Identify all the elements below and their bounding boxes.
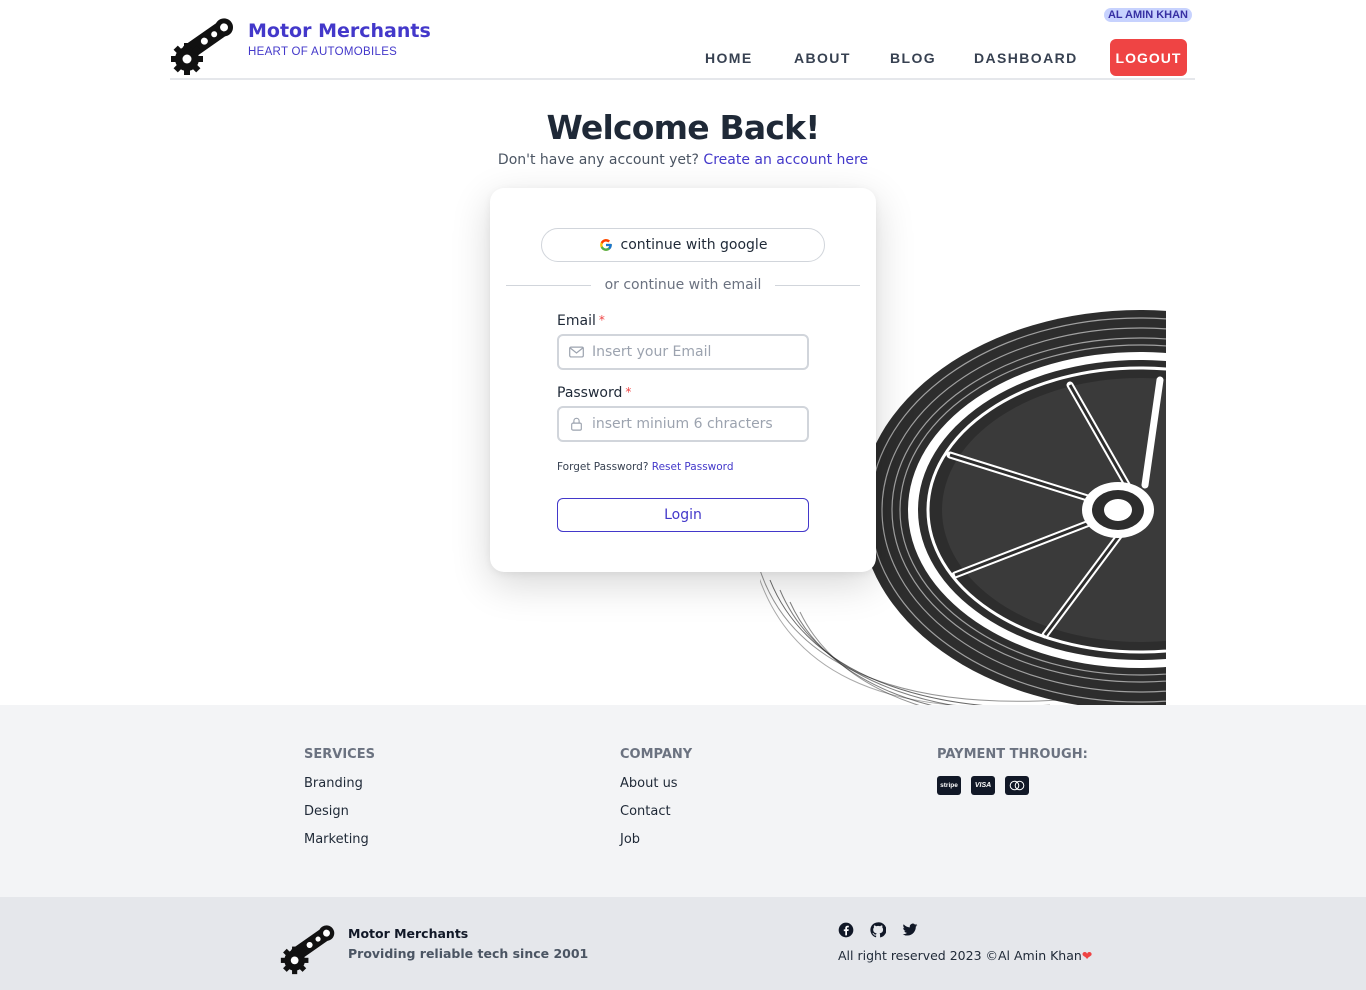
footer-link-contact[interactable]: Contact [620, 804, 692, 822]
visa-icon: VISA [971, 776, 995, 795]
nav-dashboard[interactable]: DASHBOARD [974, 50, 1078, 66]
password-label: Password * [557, 385, 631, 401]
divider-line-right [775, 284, 861, 286]
footer-brand-name: Motor Merchants [348, 926, 469, 941]
signup-prompt: Don't have any account yet? Create an ac… [0, 152, 1366, 168]
nav-about[interactable]: ABOUT [794, 50, 851, 66]
copyright-text: All right reserved 2023 ©Al Amin Khan❤ [838, 948, 1092, 963]
footer-gear-logo-icon [280, 925, 335, 975]
copyright-label: All right reserved 2023 ©Al Amin Khan [838, 948, 1082, 963]
signup-prompt-text: Don't have any account yet? [497, 152, 699, 168]
google-icon [599, 239, 612, 251]
forgot-password-text: Forget Password? [557, 461, 649, 473]
footer-link-branding[interactable]: Branding [304, 776, 375, 794]
footer-payment-column: PAYMENT THROUGH: stripe VISA [937, 747, 1088, 795]
page-title: Welcome Back! [546, 108, 821, 147]
password-required-mark: * [625, 385, 632, 399]
email-required-mark: * [598, 313, 605, 327]
lock-icon [571, 417, 582, 431]
password-input[interactable] [592, 416, 792, 432]
password-field-wrapper [557, 406, 809, 442]
footer-link-about-us[interactable]: About us [620, 776, 692, 794]
twitter-icon[interactable] [902, 922, 918, 938]
email-field-wrapper [557, 334, 809, 370]
email-label-text: Email [557, 313, 596, 329]
heart-icon: ❤ [1081, 948, 1093, 963]
mastercard-icon [1005, 776, 1029, 795]
footer-links-section: SERVICES Branding Design Marketing COMPA… [0, 705, 1366, 897]
mail-icon [569, 346, 584, 358]
footer-company-heading: COMPANY [620, 747, 693, 762]
divider-text: or continue with email [604, 277, 762, 293]
nav-blog[interactable]: BLOG [890, 50, 936, 66]
brand[interactable]: Motor Merchants HEART OF AUTOMOBILES [248, 20, 431, 58]
facebook-icon[interactable] [838, 922, 854, 938]
user-name-badge: AL AMIN KHAN [1103, 8, 1192, 22]
footer-services-column: SERVICES Branding Design Marketing [304, 747, 375, 860]
email-divider: or continue with email [506, 276, 861, 294]
gear-logo-icon[interactable] [170, 4, 242, 76]
login-button[interactable]: Login [557, 498, 809, 532]
footer-link-design[interactable]: Design [304, 804, 375, 822]
stripe-icon: stripe [937, 776, 961, 795]
footer-link-job[interactable]: Job [620, 832, 692, 850]
site-header: Motor Merchants HEART OF AUTOMOBILES AL … [170, 0, 1195, 80]
create-account-link[interactable]: Create an account here [703, 152, 868, 168]
footer-link-marketing[interactable]: Marketing [304, 832, 375, 850]
email-input[interactable] [592, 344, 792, 360]
logout-button[interactable]: LOGOUT [1110, 39, 1187, 76]
google-button-label: continue with google [620, 237, 768, 253]
divider-line-left [506, 284, 591, 286]
login-card: continue with google or continue with em… [490, 188, 876, 572]
github-icon[interactable] [870, 922, 887, 938]
password-label-text: Password [557, 385, 623, 401]
nav-home[interactable]: HOME [705, 50, 753, 66]
brand-name[interactable]: Motor Merchants [248, 20, 431, 42]
payment-icons: stripe VISA [937, 776, 1088, 795]
brand-tagline: HEART OF AUTOMOBILES [248, 46, 398, 58]
footer-brand: Motor Merchants Providing reliable tech … [348, 926, 588, 961]
footer-brand-tagline: Providing reliable tech since 2001 [348, 946, 589, 961]
social-links [838, 922, 918, 938]
page: Motor Merchants HEART OF AUTOMOBILES AL … [0, 0, 1366, 990]
footer-services-heading: SERVICES [304, 747, 375, 762]
email-label: Email * [557, 313, 605, 329]
reset-password-link[interactable]: Reset Password [652, 461, 734, 473]
footer-bottom-bar: Motor Merchants Providing reliable tech … [0, 897, 1366, 990]
footer-payment-heading: PAYMENT THROUGH: [937, 747, 1088, 762]
google-signin-button[interactable]: continue with google [541, 228, 825, 262]
footer-company-column: COMPANY About us Contact Job [620, 747, 692, 860]
forgot-password-row: Forget Password? Reset Password [557, 461, 733, 473]
